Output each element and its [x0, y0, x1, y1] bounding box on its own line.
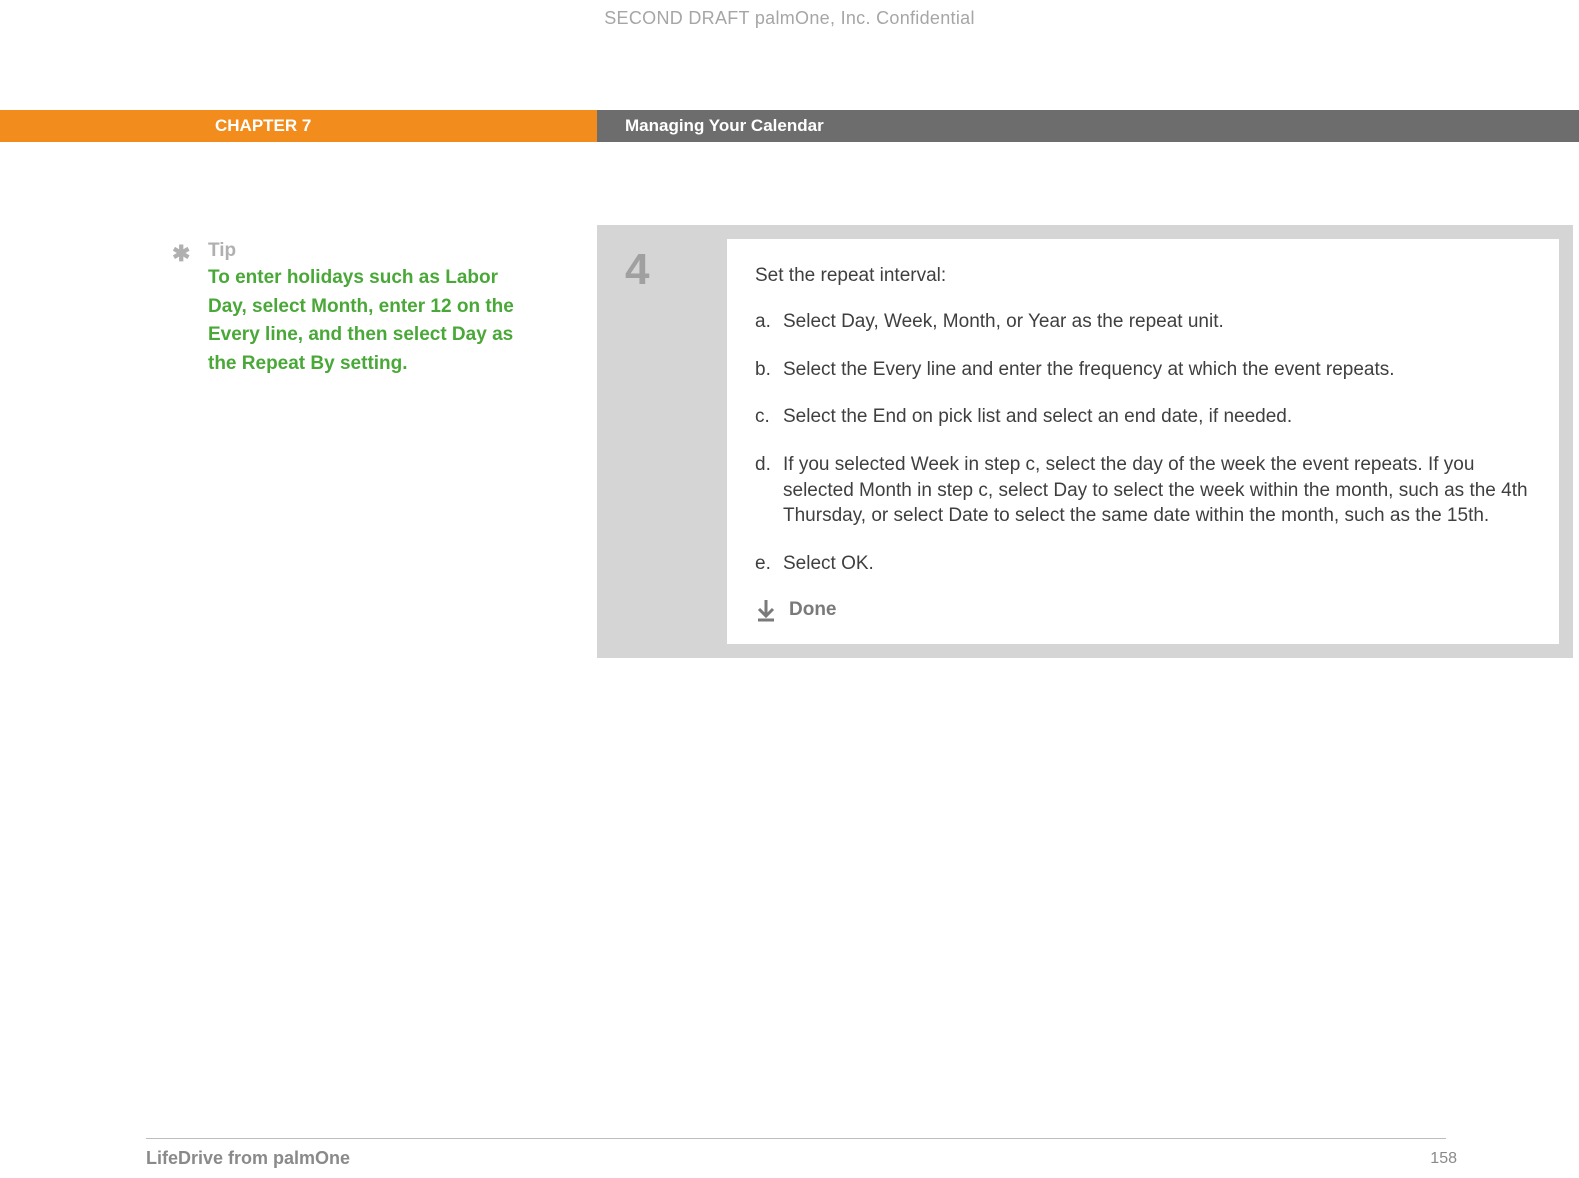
step-list: a. Select Day, Week, Month, or Year as t…	[755, 309, 1531, 576]
step-text: Select OK.	[783, 551, 1531, 577]
footer-divider	[146, 1138, 1446, 1139]
list-item: a. Select Day, Week, Month, or Year as t…	[755, 309, 1531, 335]
step-box: 4 Set the repeat interval: a. Select Day…	[597, 225, 1573, 658]
step-number: 4	[597, 239, 727, 644]
step-text: If you selected Week in step c, select t…	[783, 452, 1531, 529]
tip-block: ✱ Tip To enter holidays such as Labor Da…	[172, 240, 522, 378]
step-letter: d.	[755, 452, 783, 529]
done-label: Done	[789, 599, 837, 621]
watermark-text: SECOND DRAFT palmOne, Inc. Confidential	[0, 8, 1579, 29]
tip-label: Tip	[208, 240, 522, 262]
down-arrow-icon	[755, 598, 777, 622]
footer-title: LifeDrive from palmOne	[146, 1148, 350, 1169]
step-text: Select the End on pick list and select a…	[783, 404, 1531, 430]
footer-page-number: 158	[1430, 1150, 1457, 1168]
step-letter: a.	[755, 309, 783, 335]
asterisk-icon: ✱	[172, 241, 190, 267]
step-letter: c.	[755, 404, 783, 430]
list-item: b. Select the Every line and enter the f…	[755, 357, 1531, 383]
tip-body: To enter holidays such as Labor Day, sel…	[208, 264, 522, 378]
step-text: Select the Every line and enter the freq…	[783, 357, 1531, 383]
step-content: Set the repeat interval: a. Select Day, …	[727, 239, 1559, 644]
list-item: c. Select the End on pick list and selec…	[755, 404, 1531, 430]
step-intro: Set the repeat interval:	[755, 265, 1531, 287]
step-letter: b.	[755, 357, 783, 383]
list-item: e. Select OK.	[755, 551, 1531, 577]
chapter-number: CHAPTER 7	[0, 110, 597, 142]
step-letter: e.	[755, 551, 783, 577]
done-row: Done	[755, 598, 1531, 622]
chapter-title: Managing Your Calendar	[597, 110, 1579, 142]
list-item: d. If you selected Week in step c, selec…	[755, 452, 1531, 529]
chapter-bar: CHAPTER 7 Managing Your Calendar	[0, 110, 1579, 142]
step-text: Select Day, Week, Month, or Year as the …	[783, 309, 1531, 335]
